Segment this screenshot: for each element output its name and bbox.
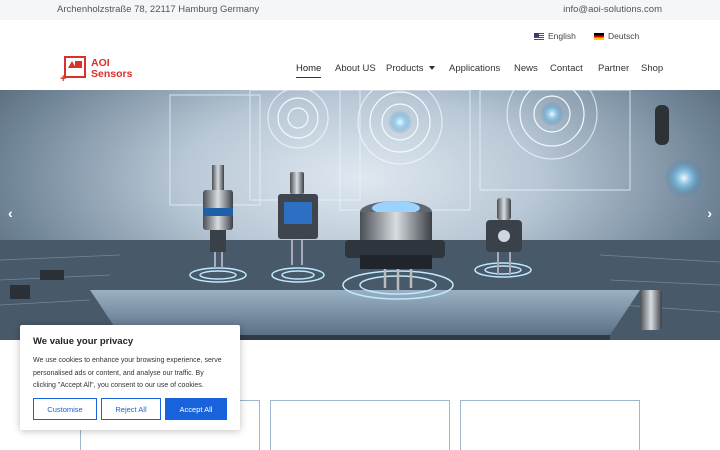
nav-shop[interactable]: Shop: [641, 63, 663, 74]
cookie-consent-banner: We value your privacy We use cookies to …: [20, 325, 240, 430]
logo-icon: +: [60, 55, 88, 85]
reject-all-button[interactable]: Reject All: [101, 398, 161, 420]
nav-products[interactable]: Products: [386, 63, 435, 74]
page: Archenholzstraße 78, 22117 Hamburg Germa…: [0, 0, 720, 450]
nav-partner[interactable]: Partner: [598, 63, 629, 74]
site-header: + AOI Sensors Home About US Products App…: [0, 50, 720, 90]
us-flag-icon: [534, 32, 544, 40]
logo-text-line1: AOI: [91, 56, 110, 69]
hero-next-arrow-icon[interactable]: ›: [707, 205, 712, 221]
nav-products-label: Products: [386, 63, 424, 74]
cookie-buttons: Customise Reject All Accept All: [33, 398, 227, 420]
german-flag-icon: [594, 32, 604, 40]
language-english-label: English: [548, 31, 576, 41]
email-link[interactable]: info@aoi-solutions.com: [563, 4, 662, 15]
logo-text-line2: Sensors: [91, 67, 133, 80]
nav-about[interactable]: About US: [335, 63, 376, 74]
feature-card: [460, 400, 640, 450]
top-info-bar: Archenholzstraße 78, 22117 Hamburg Germa…: [0, 0, 720, 20]
hero-image: [0, 90, 720, 340]
language-switcher: English Deutsch: [0, 20, 720, 50]
nav-home[interactable]: Home: [296, 63, 322, 78]
hero-slider: ‹ ›: [0, 90, 720, 340]
accept-all-button[interactable]: Accept All: [165, 398, 227, 420]
chevron-down-icon: [428, 66, 435, 71]
cookie-text: We use cookies to enhance your browsing …: [33, 357, 222, 389]
cookie-title: We value your privacy: [33, 336, 134, 347]
logo-text: AOI Sensors: [91, 56, 133, 80]
nav-applications[interactable]: Applications: [449, 63, 500, 74]
language-deutsch-label: Deutsch: [608, 31, 640, 41]
nav-contact[interactable]: Contact: [550, 63, 583, 74]
feature-card: [270, 400, 450, 450]
nav-news[interactable]: News: [514, 63, 538, 74]
language-english[interactable]: English: [534, 31, 576, 41]
customise-button[interactable]: Customise: [33, 398, 97, 420]
site-logo[interactable]: + AOI Sensors: [60, 55, 133, 85]
language-deutsch[interactable]: Deutsch: [594, 31, 639, 41]
company-address: Archenholzstraße 78, 22117 Hamburg Germa…: [57, 4, 260, 15]
hero-prev-arrow-icon[interactable]: ‹: [8, 205, 13, 221]
